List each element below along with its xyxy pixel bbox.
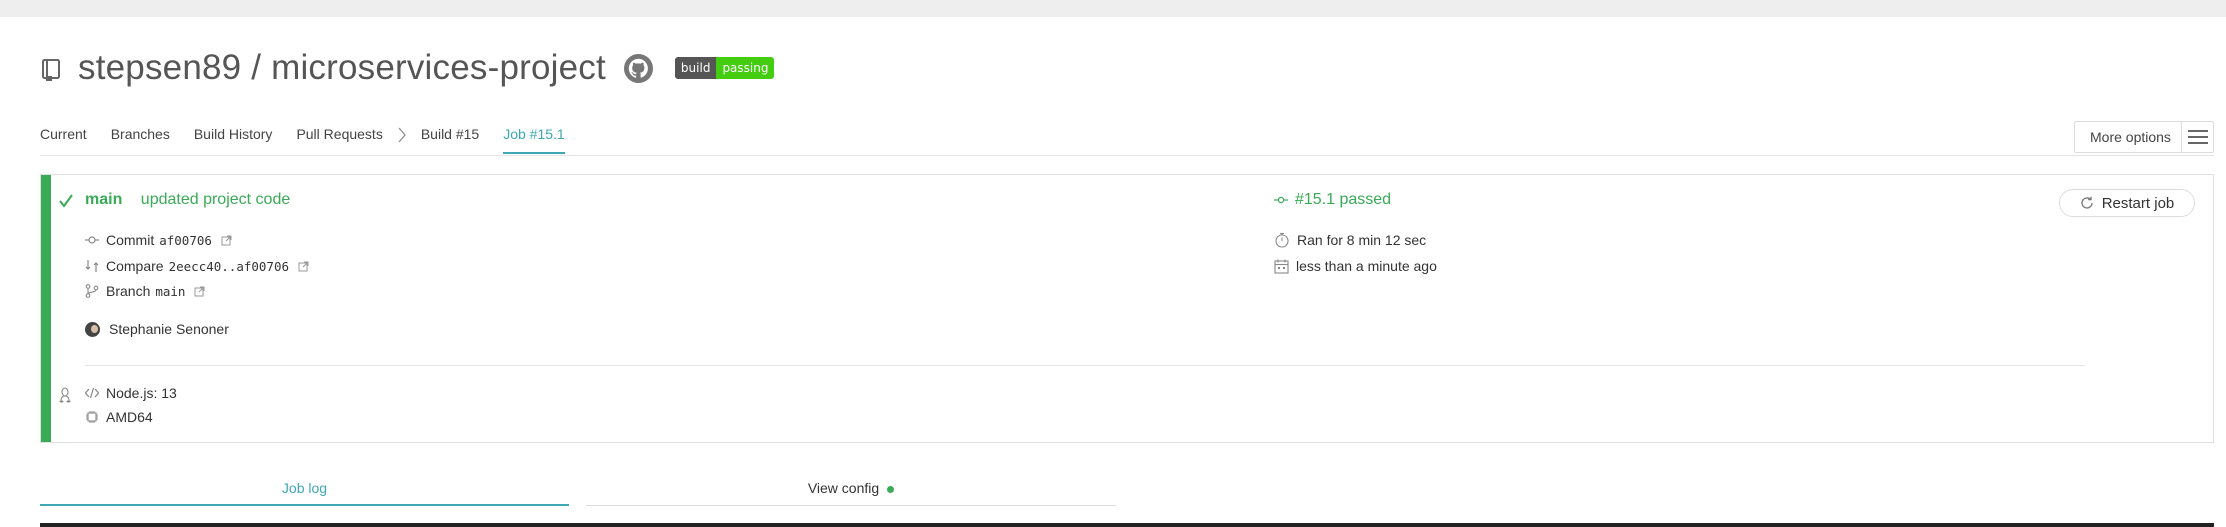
tabs-divider xyxy=(40,155,2214,156)
chevron-right-icon xyxy=(398,127,406,143)
duration-text: Ran for 8 min 12 sec xyxy=(1297,232,1427,248)
compare-row[interactable]: Compare 2eecc40..af00706 xyxy=(85,256,309,276)
branch-row[interactable]: Branch main xyxy=(85,281,205,301)
external-link-icon[interactable] xyxy=(221,235,232,246)
job-summary-card: main updated project code Commit af00706… xyxy=(40,174,2214,443)
tab-job-log-label: Job log xyxy=(281,480,328,496)
calendar-icon xyxy=(1274,259,1289,274)
author-name: Stephanie Senoner xyxy=(109,321,229,337)
author-row: Stephanie Senoner xyxy=(85,319,229,339)
commit-sha[interactable]: af00706 xyxy=(159,233,212,248)
tab-view-config-label: View config xyxy=(807,480,880,496)
code-icon xyxy=(85,387,99,399)
language-row: Node.js: 13 xyxy=(85,383,177,403)
stopwatch-icon xyxy=(1275,232,1289,248)
repo-title[interactable]: stepsen89 / microservices-project xyxy=(78,48,606,88)
more-options-label: More options xyxy=(2090,129,2171,145)
badge-status: passing xyxy=(716,57,775,79)
job-status: #15.1 passed xyxy=(1274,191,1391,209)
commit-icon xyxy=(85,236,99,244)
finished-text: less than a minute ago xyxy=(1296,258,1437,274)
compare-range[interactable]: 2eecc40..af00706 xyxy=(169,259,289,274)
more-options-button[interactable]: More options xyxy=(2074,121,2214,153)
tab-build-history[interactable]: Build History xyxy=(194,126,273,152)
branch-value[interactable]: main xyxy=(155,284,185,299)
github-icon[interactable] xyxy=(623,53,654,84)
repository-icon xyxy=(42,59,60,81)
tab-job[interactable]: Job #15.1 xyxy=(503,126,565,154)
job-tabs: Job log View config xyxy=(40,476,1116,508)
config-status-dot xyxy=(887,485,895,493)
arch-row: AMD64 xyxy=(85,407,153,427)
tab-job-log[interactable]: Job log xyxy=(40,476,569,506)
compare-label: Compare xyxy=(106,258,164,274)
cpu-icon xyxy=(86,411,98,423)
job-log-panel xyxy=(40,523,2214,527)
restart-job-button[interactable]: Restart job xyxy=(2059,189,2195,217)
commit-row[interactable]: Commit af00706 xyxy=(85,230,232,250)
branch-label: Branch xyxy=(106,283,151,299)
check-icon xyxy=(59,194,73,208)
commit-icon xyxy=(1274,196,1288,204)
language-value: Node.js: 13 xyxy=(106,385,177,401)
commit-label: Commit xyxy=(106,232,155,248)
top-bar xyxy=(0,0,2226,17)
status-color-bar xyxy=(41,175,51,442)
avatar xyxy=(85,321,100,337)
tab-view-config[interactable]: View config xyxy=(586,476,1116,506)
external-link-icon[interactable] xyxy=(298,261,309,272)
branch-name[interactable]: main xyxy=(85,191,122,208)
card-divider xyxy=(85,365,2085,366)
tab-build[interactable]: Build #15 xyxy=(421,126,479,152)
external-link-icon[interactable] xyxy=(194,286,205,297)
hamburger-menu-icon[interactable] xyxy=(2181,122,2213,152)
branch-icon xyxy=(85,284,99,298)
repo-header: stepsen89 / microservices-project build … xyxy=(40,48,775,88)
arch-value: AMD64 xyxy=(106,409,153,425)
commit-headline: main updated project code xyxy=(85,191,290,209)
linux-icon xyxy=(59,387,71,403)
repo-nav-tabs: Current Branches Build History Pull Requ… xyxy=(40,126,589,156)
job-status-text: #15.1 passed xyxy=(1295,191,1392,208)
commit-message: updated project code xyxy=(140,191,291,208)
duration-row: Ran for 8 min 12 sec xyxy=(1274,230,1426,250)
finished-row: less than a minute ago xyxy=(1274,256,1437,276)
tab-pull-requests[interactable]: Pull Requests xyxy=(296,126,382,152)
badge-label: build xyxy=(674,57,717,79)
compare-icon xyxy=(85,260,99,272)
restart-job-label: Restart job xyxy=(2101,194,2175,212)
build-status-badge[interactable]: build passing xyxy=(674,57,775,79)
tab-branches[interactable]: Branches xyxy=(111,126,170,152)
tab-current[interactable]: Current xyxy=(40,126,87,152)
restart-icon xyxy=(2081,196,2093,209)
